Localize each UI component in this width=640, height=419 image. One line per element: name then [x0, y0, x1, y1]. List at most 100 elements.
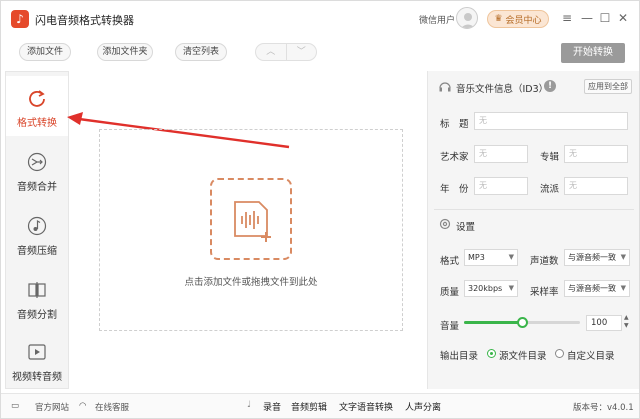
- audio-file-plus-icon: [234, 201, 271, 242]
- step-down-icon[interactable]: ▼: [624, 322, 632, 330]
- close-icon[interactable]: ✕: [615, 10, 631, 26]
- id3-title: 音乐文件信息（ID3）: [456, 84, 549, 95]
- format-select[interactable]: MP3 ▼: [464, 249, 518, 266]
- sidebar-item-label: 音频压缩: [17, 246, 57, 257]
- channels-select[interactable]: 与源音频一致 ▼: [564, 249, 630, 266]
- sidebar-item-video-to-audio[interactable]: 视频转音频: [6, 330, 68, 390]
- samplerate-value: 与源音频一致: [568, 284, 616, 293]
- samplerate-label: 采样率: [530, 287, 559, 298]
- settings-panel: 音乐文件信息（ID3） ! 应用到全部 标 题 无 艺术家 无 专辑 无 年 份…: [427, 71, 639, 389]
- headphones-icon: [439, 82, 451, 92]
- user-name[interactable]: 微信用户: [419, 13, 455, 26]
- vip-center-button[interactable]: ♛ 会员中心: [487, 10, 549, 28]
- title-label: 标 题: [440, 119, 469, 130]
- avatar[interactable]: [456, 7, 478, 29]
- drop-hint-text: 点击添加文件或拖拽文件到此处: [184, 277, 318, 288]
- add-folder-button[interactable]: 添加文件夹: [97, 43, 153, 61]
- sidebar-item-label: 音频合并: [17, 182, 57, 193]
- app-window: ♪ 闪电音频格式转换器 微信用户 ♛ 会员中心 ≡ — ☐ ✕ 添加文件 添加文…: [0, 0, 640, 419]
- tool-audio-edit[interactable]: 音频剪辑: [291, 400, 327, 413]
- quality-label: 质量: [440, 287, 460, 298]
- refresh-icon: [29, 90, 45, 107]
- samplerate-select[interactable]: 与源音频一致 ▼: [564, 280, 630, 297]
- vip-center-label: 会员中心: [505, 15, 542, 26]
- sidebar-item-label: 格式转换: [17, 118, 57, 129]
- id3-header: 音乐文件信息（ID3） ! 应用到全部: [428, 73, 640, 99]
- album-field[interactable]: 无: [564, 145, 628, 163]
- volume-stepper[interactable]: ▲ ▼: [624, 314, 632, 330]
- sidebar-item-label: 视频转音频: [12, 372, 62, 383]
- settings-title: 设置: [456, 222, 476, 233]
- chevron-down-icon: ▼: [620, 253, 626, 261]
- tool-text-to-speech[interactable]: 文字语音转换: [339, 400, 393, 413]
- chevron-down-icon: ▼: [620, 284, 626, 292]
- chevron-down-icon: ▼: [508, 284, 514, 292]
- add-file-button[interactable]: 添加文件: [19, 43, 71, 61]
- microphone-icon: ♩: [247, 400, 252, 410]
- quality-select[interactable]: 320kbps ▼: [464, 280, 518, 297]
- year-label: 年 份: [440, 184, 469, 195]
- minimize-icon[interactable]: —: [579, 10, 595, 26]
- user-avatar-icon: [461, 13, 475, 28]
- genre-label: 流派: [540, 184, 560, 195]
- app-title: 闪电音频格式转换器: [35, 14, 134, 27]
- clear-list-button[interactable]: 清空列表: [175, 43, 227, 61]
- format-label: 格式: [440, 256, 460, 267]
- sidebar: 格式转换 音频合并 音频压缩 音频分割 视频转音频: [5, 71, 69, 389]
- output-custom-radio[interactable]: [555, 349, 564, 358]
- headset-icon: ◠: [79, 401, 87, 411]
- move-down-icon[interactable]: ﹀: [287, 44, 317, 60]
- move-buttons: ︿ ﹀: [255, 43, 317, 61]
- title-field[interactable]: 无: [474, 112, 628, 130]
- step-up-icon[interactable]: ▲: [624, 314, 632, 322]
- sidebar-item-audio-compress[interactable]: 音频压缩: [6, 204, 68, 264]
- sidebar-item-audio-merge[interactable]: 音频合并: [6, 140, 68, 200]
- artist-field[interactable]: 无: [474, 145, 528, 163]
- add-audio-file-icon[interactable]: [210, 178, 292, 260]
- quality-value: 320kbps: [468, 284, 503, 293]
- merge-icon: [27, 152, 47, 172]
- official-site-link[interactable]: 官方网站: [35, 401, 69, 413]
- play-icon: [28, 344, 46, 360]
- tool-record[interactable]: 录音: [263, 400, 281, 413]
- volume-slider[interactable]: [464, 317, 580, 328]
- output-source-label[interactable]: 源文件目录: [499, 348, 547, 362]
- chevron-down-icon: ▼: [508, 253, 514, 261]
- volume-slider-fill: [464, 321, 522, 324]
- volume-input[interactable]: 100: [586, 315, 622, 331]
- output-custom-label[interactable]: 自定义目录: [567, 348, 615, 362]
- sidebar-item-label: 音频分割: [17, 310, 57, 321]
- app-logo-icon: ♪: [11, 10, 29, 28]
- album-label: 专辑: [540, 152, 560, 163]
- version-label: 版本号：v4.0.1: [573, 403, 634, 413]
- output-dir-label: 输出目录: [440, 351, 479, 362]
- artist-label: 艺术家: [440, 152, 469, 163]
- file-drop-zone[interactable]: 点击添加文件或拖拽文件到此处: [99, 129, 403, 331]
- sidebar-item-format-convert[interactable]: 格式转换: [6, 76, 68, 136]
- tool-vocal-separation[interactable]: 人声分离: [405, 400, 441, 413]
- settings-header: 设置: [428, 211, 640, 237]
- year-field[interactable]: 无: [474, 177, 528, 195]
- section-divider: [434, 209, 634, 210]
- info-icon[interactable]: !: [544, 80, 556, 92]
- menu-icon[interactable]: ≡: [559, 10, 575, 26]
- move-up-icon[interactable]: ︿: [256, 44, 287, 60]
- toolbar: 添加文件 添加文件夹 清空列表 ︿ ﹀ 开始转换: [1, 37, 639, 71]
- volume-label: 音量: [440, 321, 460, 332]
- channels-value: 与源音频一致: [568, 253, 616, 262]
- vip-crown-icon: ♛: [494, 14, 503, 24]
- gear-icon: [439, 218, 451, 230]
- split-icon: [28, 282, 46, 298]
- volume-slider-thumb[interactable]: [517, 317, 528, 328]
- genre-field[interactable]: 无: [564, 177, 628, 195]
- music-note-icon: [27, 216, 47, 236]
- output-source-radio[interactable]: [487, 349, 496, 358]
- maximize-icon[interactable]: ☐: [597, 10, 613, 26]
- format-value: MP3: [468, 253, 485, 262]
- apply-all-button[interactable]: 应用到全部: [584, 79, 632, 94]
- online-support-link[interactable]: 在线客服: [95, 401, 129, 413]
- sidebar-item-audio-split[interactable]: 音频分割: [6, 268, 68, 328]
- title-bar: ♪ 闪电音频格式转换器 微信用户 ♛ 会员中心 ≡ — ☐ ✕: [1, 1, 639, 37]
- channels-label: 声道数: [530, 256, 559, 267]
- start-convert-button[interactable]: 开始转换: [561, 43, 625, 63]
